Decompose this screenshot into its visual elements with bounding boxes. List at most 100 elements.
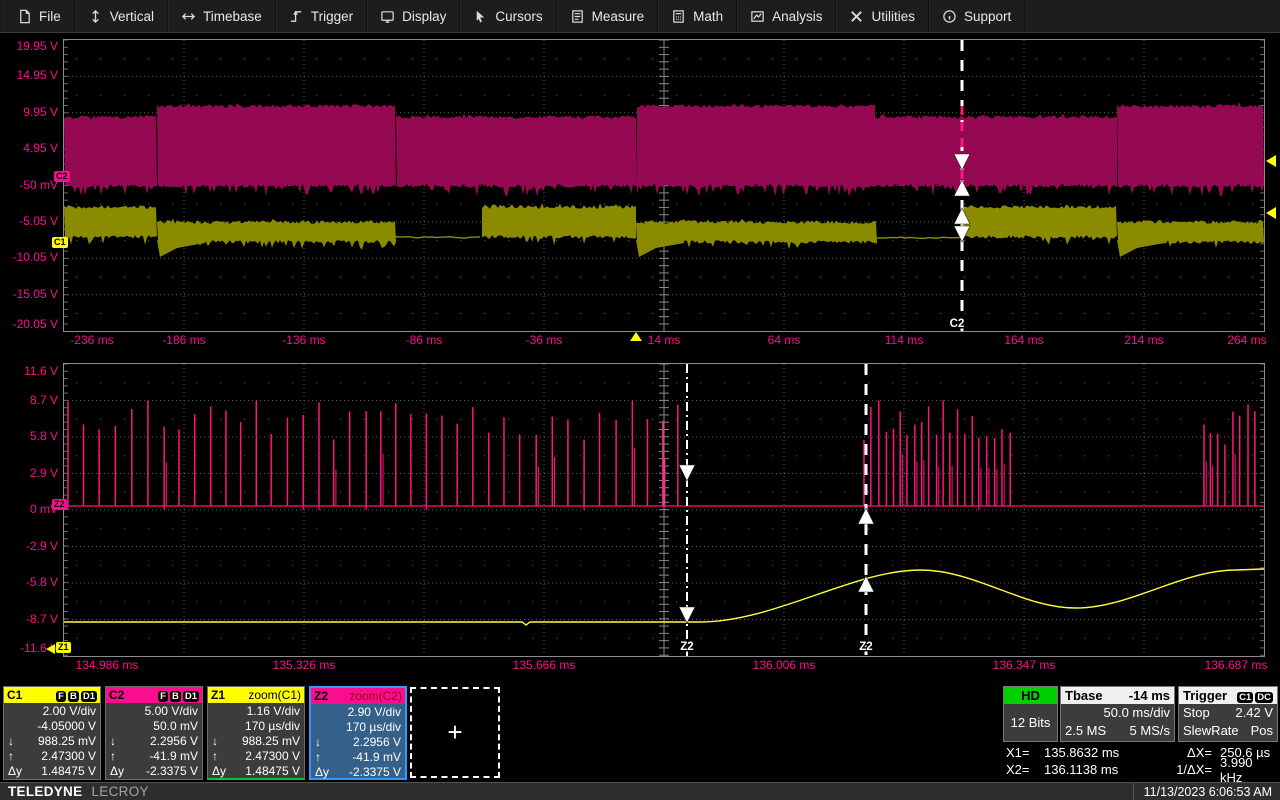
max-value: 2.47300 V xyxy=(41,748,96,763)
max-arrow-icon: ↑ xyxy=(8,748,14,763)
svg-text:C2: C2 xyxy=(950,318,965,330)
channel-position-badge: Z2 xyxy=(52,499,67,510)
flag-f-badge: F xyxy=(158,691,168,702)
zoom-descriptor-z2-selected[interactable]: Z2 zoom(C2) 2.90 V/div 170 µs/div ↓ 2.295… xyxy=(309,686,407,780)
trigger-level: 2.42 V xyxy=(1235,705,1273,720)
tbase-rate: 5 MS/s xyxy=(1129,723,1170,738)
hd-bits: 12 Bits xyxy=(1010,715,1051,730)
y-axis-label: 2.9 V xyxy=(29,465,58,480)
min-value: 2.2956 V xyxy=(352,734,401,749)
delta-y-icon: Δy xyxy=(110,763,125,778)
channel-position-badge: C1 xyxy=(52,237,68,248)
offset-value: 50.0 mV xyxy=(153,718,198,733)
vdiv-value: 2.00 V/div xyxy=(42,703,96,718)
vdiv-value: 1.16 V/div xyxy=(246,703,300,718)
menu-display[interactable]: Display xyxy=(367,0,461,32)
menu-support[interactable]: Support xyxy=(929,0,1026,32)
trigger-source-badge: C1 xyxy=(1237,692,1254,703)
menu-timebase[interactable]: Timebase xyxy=(168,0,276,32)
trigger-level-marker-c2-icon[interactable] xyxy=(1266,155,1276,167)
menu-utilities[interactable]: Utilities xyxy=(836,0,929,32)
x-axis-label: 264 ms xyxy=(1227,333,1267,347)
flag-f-badge: F xyxy=(56,691,66,702)
brand-lecroy: LECROY xyxy=(91,784,149,799)
channel-descriptor-c1[interactable]: C1 F B D1 2.00 V/div -4.05000 V ↓ 988.25 mV… xyxy=(3,686,101,780)
delta-y-value: -2.3375 V xyxy=(348,764,401,779)
svg-text:Z2: Z2 xyxy=(859,641,872,653)
x-axis-label: -186 ms xyxy=(162,333,206,347)
hd-mode-box[interactable]: HD 12 Bits xyxy=(1003,686,1058,742)
tbase-offset: -14 ms xyxy=(1128,688,1170,703)
timebase-box[interactable]: Tbase -14 ms 50.0 ms/div 2.5 MS 5 MS/s xyxy=(1060,686,1175,742)
zoom-grid-canvas[interactable]: Z2 Z2 xyxy=(64,364,1264,656)
channel-name: C1 xyxy=(7,688,23,702)
min-value: 2.2956 V xyxy=(149,733,198,748)
tbase-label: Tbase xyxy=(1065,688,1103,703)
x1-label: X1= xyxy=(1006,745,1030,760)
add-trace-box[interactable]: + xyxy=(410,687,500,778)
delta-y-icon: Δy xyxy=(8,763,23,778)
delta-y-icon: Δy xyxy=(315,764,330,779)
y-axis-label: 19.95 V xyxy=(16,39,58,53)
brand-logo: TELEDYNE LECROY xyxy=(8,784,149,799)
x-axis-label: 136.687 ms xyxy=(1204,658,1268,672)
menu-file[interactable]: File xyxy=(4,0,75,32)
menu-vertical[interactable]: Vertical xyxy=(75,0,169,32)
menu-label: Analysis xyxy=(772,8,823,24)
trigger-type: SlewRate xyxy=(1183,723,1239,738)
channel-position-badge: C2 xyxy=(54,171,70,182)
menu-cursors[interactable]: Cursors xyxy=(460,0,557,32)
tbase-samples: 2.5 MS xyxy=(1065,723,1107,738)
y-axis-label: -20.05 V xyxy=(12,317,58,331)
max-value: -41.9 mV xyxy=(149,748,198,763)
menu-label: Timebase xyxy=(203,8,262,24)
menu-analysis[interactable]: Analysis xyxy=(737,0,837,32)
monitor-icon xyxy=(380,9,395,24)
y-axis-label: -50 mV xyxy=(19,177,58,192)
x-axis-label: 134.986 ms xyxy=(75,658,139,672)
dx-label: ΔX= xyxy=(1187,745,1212,760)
flag-d1-badge: D1 xyxy=(80,691,97,702)
y-axis-label: -8.7 V xyxy=(25,611,58,626)
x1-value: 135.8632 ms xyxy=(1044,745,1120,760)
x-axis-label: 164 ms xyxy=(1004,333,1044,347)
flag-b-badge: B xyxy=(67,691,79,702)
trigger-label: Trigger xyxy=(1183,688,1228,703)
y-axis-label: 8.7 V xyxy=(29,392,58,407)
menu-trigger[interactable]: Trigger xyxy=(276,0,368,32)
menu-label: Measure xyxy=(591,8,645,24)
cursor-readout-row2: X2= 136.1138 ms 1/ΔX= 3.990 kHz xyxy=(1006,755,1278,785)
file-icon xyxy=(17,9,32,24)
x-axis-label: 136.347 ms xyxy=(992,658,1056,672)
main-waveform-grid[interactable]: C2 xyxy=(63,39,1265,332)
trigger-edge-icon xyxy=(289,9,304,24)
zoom-offscreen-arrow-icon xyxy=(46,644,55,654)
tools-icon xyxy=(849,9,864,24)
y-axis-label: 9.95 V xyxy=(23,104,58,119)
max-arrow-icon: ↑ xyxy=(315,749,321,764)
trigger-time-marker-icon[interactable] xyxy=(630,332,642,341)
measure-icon xyxy=(570,9,585,24)
zoom-descriptor-z1[interactable]: Z1 zoom(C1) 1.16 V/div 170 µs/div ↓ 988.2… xyxy=(207,686,305,780)
y-axis-label: -2.9 V xyxy=(25,538,58,553)
channel-name: C2 xyxy=(109,688,125,702)
trigger-level-marker-c1-icon[interactable] xyxy=(1266,207,1276,219)
min-value: 988.25 mV xyxy=(37,733,96,748)
menu-math[interactable]: Math xyxy=(658,0,738,32)
trigger-box[interactable]: Trigger C1 DC Stop 2.42 V SlewRate Pos xyxy=(1178,686,1278,742)
min-arrow-icon: ↓ xyxy=(8,733,14,748)
x-axis-label: 214 ms xyxy=(1124,333,1164,347)
main-grid-canvas[interactable]: C2 xyxy=(64,40,1264,331)
menu-measure[interactable]: Measure xyxy=(557,0,659,32)
oscilloscope-screen: File Vertical Timebase Trigger Display C… xyxy=(0,0,1280,800)
info-icon xyxy=(942,9,957,24)
delta-y-value: 1.48475 V xyxy=(41,763,96,778)
x-axis-label: -236 ms xyxy=(70,333,114,347)
zoom-waveform-grid[interactable]: Z2 Z2 xyxy=(63,363,1265,657)
menu-label: File xyxy=(39,8,61,24)
tbase-scale: 50.0 ms/div xyxy=(1103,705,1170,720)
trend-chart-icon xyxy=(750,9,765,24)
y-axis-label: 4.95 V xyxy=(23,141,58,156)
channel-descriptor-c2[interactable]: C2 F B D1 5.00 V/div 50.0 mV ↓ 2.2956 V ↑ -4… xyxy=(105,686,203,780)
channel-name: Z1 xyxy=(211,688,226,702)
